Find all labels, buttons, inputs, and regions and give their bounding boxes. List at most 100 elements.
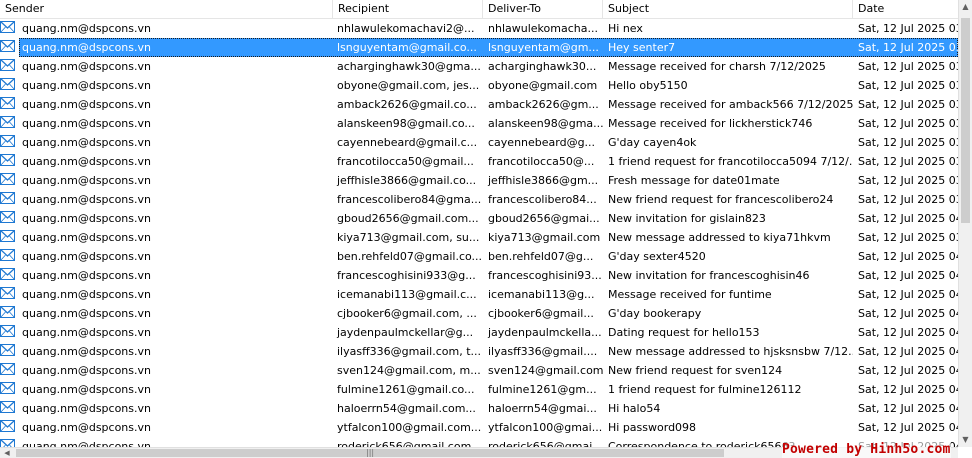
envelope-icon — [0, 420, 15, 432]
cell-recipient: francescolibero84@gma... — [337, 193, 482, 206]
message-row[interactable]: quang.nm@dspcons.vn francescoghisini933@g… — [0, 266, 958, 285]
message-row[interactable]: quang.nm@dspcons.vn jaydenpaulmckellar@g.… — [0, 323, 958, 342]
message-row[interactable]: quang.nm@dspcons.vn ytfalcon100@gmail.com… — [0, 418, 958, 437]
cell-date: Sat, 12 Jul 2025 03:5 — [858, 98, 958, 111]
cell-date: Sat, 12 Jul 2025 03:5 — [858, 155, 958, 168]
scroll-down-arrow-icon[interactable]: ▼ — [959, 433, 972, 447]
message-row[interactable]: quang.nm@dspcons.vn francescolibero84@gma… — [0, 190, 958, 209]
cell-recipient: ytfalcon100@gmail.com... — [337, 421, 482, 434]
cell-date: Sat, 12 Jul 2025 03:5 — [858, 136, 958, 149]
cell-subject: New message addressed to hjsksnsbw 7/12.… — [608, 345, 853, 358]
envelope-icon — [0, 59, 15, 71]
envelope-icon — [0, 154, 15, 166]
cell-recipient: cjbooker6@gmail.com, ... — [337, 307, 477, 320]
message-row[interactable]: quang.nm@dspcons.vn nhlawulekomachavi2@..… — [0, 19, 958, 38]
cell-sender: quang.nm@dspcons.vn — [22, 60, 151, 73]
cell-subject: G'day sexter4520 — [608, 250, 706, 263]
cell-deliver-to: roderick656@gmai... — [488, 440, 603, 447]
message-row[interactable]: quang.nm@dspcons.vn haloerrn54@gmail.com.… — [0, 399, 958, 418]
cell-deliver-to: jaydenpaulmckella... — [488, 326, 602, 339]
cell-sender: quang.nm@dspcons.vn — [22, 307, 151, 320]
envelope-icon — [0, 211, 15, 223]
envelope-icon — [0, 363, 15, 375]
cell-recipient: lsnguyentam@gmail.co... — [337, 41, 477, 54]
message-row-selected[interactable]: quang.nm@dspcons.vn lsnguyentam@gmail.co.… — [0, 38, 958, 57]
cell-deliver-to: francotilocca50@... — [488, 155, 595, 168]
cell-subject: Hi nex — [608, 22, 643, 35]
cell-date: Sat, 12 Jul 2025 04:1 — [858, 307, 958, 320]
cell-deliver-to: francescoghisini93... — [488, 269, 602, 282]
cell-date: Sat, 12 Jul 2025 04:1 — [858, 250, 958, 263]
vertical-scroll-thumb[interactable] — [961, 18, 970, 223]
scroll-left-arrow-icon[interactable]: ◀ — [0, 448, 14, 458]
cell-subject: Hello oby5150 — [608, 79, 688, 92]
cell-deliver-to: gboud2656@gmai... — [488, 212, 600, 225]
cell-sender: quang.nm@dspcons.vn — [22, 79, 151, 92]
cell-subject: Message received for lickherstick746 — [608, 117, 813, 130]
cell-date: Sat, 12 Jul 2025 03:5 — [858, 41, 958, 54]
cell-deliver-to: francescolibero84... — [488, 193, 597, 206]
cell-date: Sat, 12 Jul 2025 03:5 — [858, 22, 958, 35]
column-header-subject[interactable]: Subject — [603, 0, 853, 18]
message-row[interactable]: quang.nm@dspcons.vn cayennebeard@gmail.c.… — [0, 133, 958, 152]
envelope-icon — [0, 192, 15, 204]
cell-recipient: gboud2656@gmail.com... — [337, 212, 479, 225]
cell-subject: New invitation for francescoghisin46 — [608, 269, 810, 282]
message-row[interactable]: quang.nm@dspcons.vn obyone@gmail.com, jes… — [0, 76, 958, 95]
cell-recipient: obyone@gmail.com, jes... — [337, 79, 480, 92]
envelope-icon — [0, 439, 15, 447]
cell-recipient: amback2626@gmail.co... — [337, 98, 477, 111]
cell-sender: quang.nm@dspcons.vn — [22, 212, 151, 225]
message-row[interactable]: quang.nm@dspcons.vn sven124@gmail.com, m.… — [0, 361, 958, 380]
message-row[interactable]: quang.nm@dspcons.vn alanskeen98@gmail.co.… — [0, 114, 958, 133]
cell-recipient: nhlawulekomachavi2@... — [337, 22, 475, 35]
message-row[interactable]: quang.nm@dspcons.vn amback2626@gmail.co..… — [0, 95, 958, 114]
envelope-icon — [0, 306, 15, 318]
cell-subject: Fresh message for date01mate — [608, 174, 780, 187]
cell-sender: quang.nm@dspcons.vn — [22, 345, 151, 358]
cell-recipient: kiya713@gmail.com, su... — [337, 231, 480, 244]
message-row[interactable]: quang.nm@dspcons.vn icemanabi113@gmail.c.… — [0, 285, 958, 304]
message-row[interactable]: quang.nm@dspcons.vn francotilocca50@gmail… — [0, 152, 958, 171]
cell-recipient: jeffhisle3866@gmail.co... — [337, 174, 477, 187]
cell-sender: quang.nm@dspcons.vn — [22, 41, 151, 54]
watermark-text: Powered by Hinh5o.com — [782, 442, 951, 458]
message-row[interactable]: quang.nm@dspcons.vn kiya713@gmail.com, su… — [0, 228, 958, 247]
message-row[interactable]: quang.nm@dspcons.vn ilyasff336@gmail.com,… — [0, 342, 958, 361]
scroll-up-arrow-icon[interactable]: ▲ — [959, 0, 972, 14]
message-row[interactable]: quang.nm@dspcons.vn jeffhisle3866@gmail.c… — [0, 171, 958, 190]
cell-deliver-to: cayennebeard@g... — [488, 136, 596, 149]
message-row[interactable]: quang.nm@dspcons.vn ben.rehfeld07@gmail.c… — [0, 247, 958, 266]
message-row[interactable]: quang.nm@dspcons.vn acharginghawk30@gma..… — [0, 57, 958, 76]
envelope-icon — [0, 287, 15, 299]
cell-sender: quang.nm@dspcons.vn — [22, 98, 151, 111]
cell-date: Sat, 12 Jul 2025 04:1 — [858, 326, 958, 339]
envelope-icon — [0, 325, 15, 337]
cell-deliver-to: ben.rehfeld07@g... — [488, 250, 594, 263]
cell-deliver-to: kiya713@gmail.com — [488, 231, 601, 244]
cell-sender: quang.nm@dspcons.vn — [22, 250, 151, 263]
envelope-icon — [0, 382, 15, 394]
vertical-scrollbar[interactable]: ▲ ▼ — [958, 0, 972, 447]
cell-date: Sat, 12 Jul 2025 04:1 — [858, 383, 958, 396]
cell-date: Sat, 12 Jul 2025 03:5 — [858, 174, 958, 187]
cell-subject: New message addressed to kiya71hkvm — [608, 231, 831, 244]
cell-recipient: alanskeen98@gmail.co... — [337, 117, 475, 130]
column-header-deliver-to[interactable]: Deliver-To — [483, 0, 603, 18]
cell-sender: quang.nm@dspcons.vn — [22, 174, 151, 187]
cell-sender: quang.nm@dspcons.vn — [22, 136, 151, 149]
message-row[interactable]: quang.nm@dspcons.vn fulmine1261@gmail.co.… — [0, 380, 958, 399]
cell-date: Sat, 12 Jul 2025 04:1 — [858, 364, 958, 377]
cell-sender: quang.nm@dspcons.vn — [22, 364, 151, 377]
message-row[interactable]: quang.nm@dspcons.vn cjbooker6@gmail.com, … — [0, 304, 958, 323]
cell-deliver-to: fulmine1261@gm... — [488, 383, 597, 396]
message-row[interactable]: quang.nm@dspcons.vn gboud2656@gmail.com..… — [0, 209, 958, 228]
cell-date: Sat, 12 Jul 2025 03:5 — [858, 193, 958, 206]
cell-sender: quang.nm@dspcons.vn — [22, 22, 151, 35]
cell-subject: Message received for funtime — [608, 288, 772, 301]
cell-deliver-to: cjbooker6@gmail... — [488, 307, 594, 320]
cell-subject: G'day cayen4ok — [608, 136, 697, 149]
column-header-date[interactable]: Date — [853, 0, 958, 18]
column-header-recipient[interactable]: Recipient — [333, 0, 483, 18]
column-header-sender[interactable]: Sender — [0, 0, 333, 18]
